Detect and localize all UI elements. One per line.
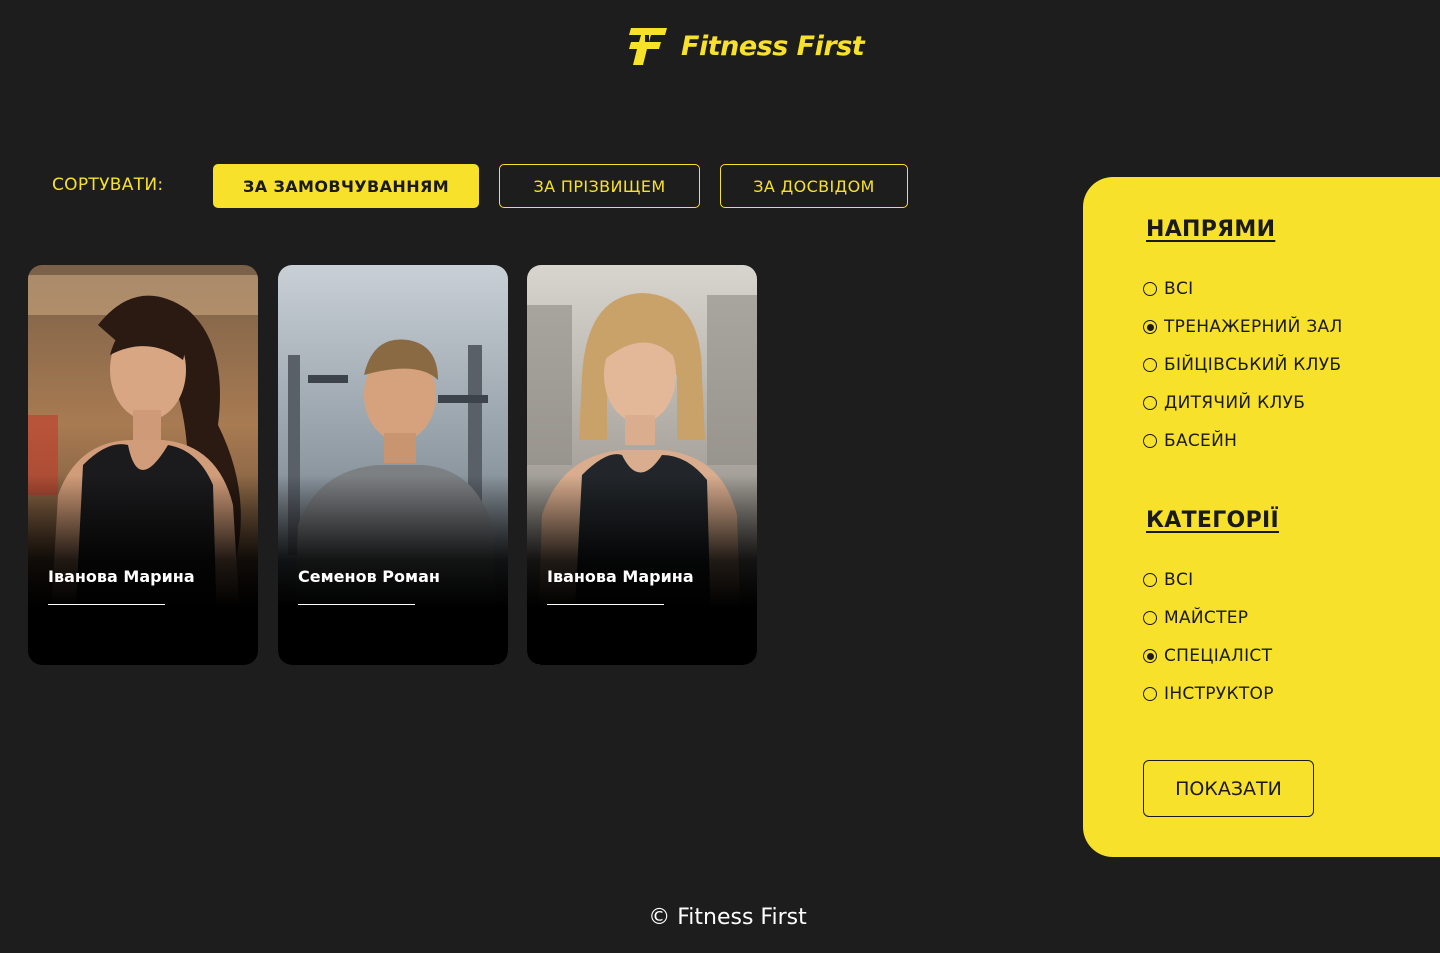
category-option-all[interactable]: ВСІ — [1143, 570, 1193, 590]
name-divider — [547, 604, 664, 605]
radio-icon[interactable] — [1143, 358, 1157, 372]
radio-icon[interactable] — [1143, 611, 1157, 625]
option-label: СПЕЦІАЛІСТ — [1164, 646, 1273, 666]
page: Fitness First СОРТУВАТИ: ЗА ЗАМОВЧУВАННЯ… — [0, 0, 1440, 953]
name-divider — [48, 604, 165, 605]
logo-text: Fitness First — [681, 30, 865, 62]
directions-title: НАПРЯМИ — [1146, 217, 1276, 242]
option-label: БІЙЦІВСЬКИЙ КЛУБ — [1164, 355, 1342, 375]
filter-panel: НАПРЯМИ ВСІ ТРЕНАЖЕРНИЙ ЗАЛ БІЙЦІВСЬКИЙ … — [1083, 177, 1440, 857]
direction-option-gym[interactable]: ТРЕНАЖЕРНИЙ ЗАЛ — [1143, 317, 1343, 337]
category-option-master[interactable]: МАЙСТЕР — [1143, 608, 1248, 628]
radio-icon[interactable] — [1143, 434, 1157, 448]
sort-label: СОРТУВАТИ: — [52, 175, 164, 195]
radio-icon[interactable] — [1143, 687, 1157, 701]
category-option-specialist[interactable]: СПЕЦІАЛІСТ — [1143, 646, 1272, 666]
option-label: ІНСТРУКТОР — [1164, 684, 1274, 704]
trainer-card[interactable]: Семенов Роман — [278, 265, 508, 665]
option-label: ТРЕНАЖЕРНИЙ ЗАЛ — [1164, 317, 1343, 337]
footer-copyright: © Fitness First — [648, 905, 807, 930]
trainer-name: Іванова Марина — [48, 567, 195, 586]
fitness-first-logo-icon — [629, 28, 667, 65]
radio-icon[interactable] — [1143, 282, 1157, 296]
trainer-name: Іванова Марина — [547, 567, 694, 586]
category-option-instructor[interactable]: ІНСТРУКТОР — [1143, 684, 1274, 704]
direction-option-kids-club[interactable]: ДИТЯЧИЙ КЛУБ — [1143, 393, 1305, 413]
direction-option-fight-club[interactable]: БІЙЦІВСЬКИЙ КЛУБ — [1143, 355, 1341, 375]
radio-checked-icon[interactable] — [1143, 649, 1157, 663]
radio-checked-icon[interactable] — [1143, 320, 1157, 334]
option-label: БАСЕЙН — [1164, 431, 1238, 451]
name-divider — [298, 604, 415, 605]
trainer-card[interactable]: Іванова Марина — [527, 265, 757, 665]
direction-option-all[interactable]: ВСІ — [1143, 279, 1193, 299]
trainer-card[interactable]: Іванова Марина — [28, 265, 258, 665]
trainer-name: Семенов Роман — [298, 567, 440, 586]
show-button[interactable]: ПОКАЗАТИ — [1143, 760, 1314, 817]
radio-icon[interactable] — [1143, 396, 1157, 410]
sort-default-button[interactable]: ЗА ЗАМОВЧУВАННЯМ — [213, 164, 479, 208]
categories-title: КАТЕГОРІЇ — [1146, 508, 1279, 533]
logo[interactable]: Fitness First — [627, 26, 865, 66]
sort-by-experience-button[interactable]: ЗА ДОСВІДОМ — [720, 164, 908, 208]
option-label: ДИТЯЧИЙ КЛУБ — [1164, 393, 1306, 413]
sort-by-surname-button[interactable]: ЗА ПРІЗВИЩЕМ — [499, 164, 700, 208]
option-label: ВСІ — [1164, 570, 1194, 590]
option-label: ВСІ — [1164, 279, 1194, 299]
option-label: МАЙСТЕР — [1164, 608, 1249, 628]
radio-icon[interactable] — [1143, 573, 1157, 587]
direction-option-pool[interactable]: БАСЕЙН — [1143, 431, 1237, 451]
